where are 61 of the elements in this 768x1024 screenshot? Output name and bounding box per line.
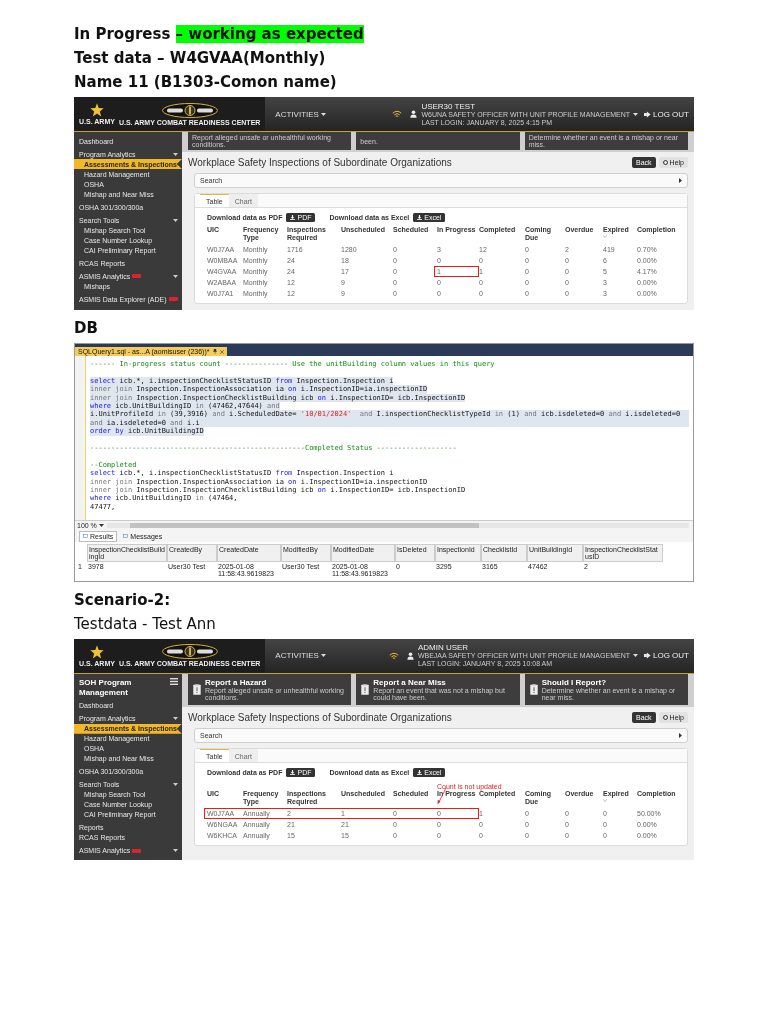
user-icon <box>410 110 418 118</box>
help-icon <box>662 714 668 720</box>
logout-button[interactable]: LOG OUT <box>644 651 689 661</box>
wifi-icon <box>392 110 403 118</box>
menu-icon <box>170 677 178 685</box>
help-icon <box>662 160 668 165</box>
caret-icon <box>173 152 178 156</box>
heading: Test data – W4GVAA(Monthly) <box>74 48 326 69</box>
caret-icon <box>173 717 178 721</box>
clipboard-icon <box>361 683 370 695</box>
star-icon <box>89 644 104 659</box>
badge-icon <box>168 297 178 301</box>
user-icon <box>406 651 414 660</box>
emblem-icon <box>161 644 218 660</box>
chevron-icon <box>679 732 682 738</box>
user-name[interactable]: USER30 TEST <box>421 101 630 111</box>
badge-icon <box>132 274 142 278</box>
caret-icon <box>633 654 638 658</box>
download-icon <box>290 215 296 220</box>
sort-icon <box>603 798 607 802</box>
download-icon <box>290 769 296 775</box>
heading: DB <box>74 318 98 339</box>
heading: Name 11 (B1303-Comon name) <box>74 72 337 93</box>
clipboard-icon <box>529 683 538 695</box>
grid-icon <box>83 534 88 539</box>
logout-icon <box>644 652 651 660</box>
card-title: Report a Near Miss <box>373 677 447 687</box>
page-title: Workplace Safety Inspections of Subordinate Organizations <box>188 157 452 168</box>
star-icon <box>89 103 104 117</box>
caret-icon <box>633 112 638 116</box>
pin-icon <box>212 349 217 354</box>
clipboard-icon <box>193 683 201 695</box>
logout-icon <box>644 110 651 118</box>
caret-icon <box>320 112 326 116</box>
caret-icon <box>173 218 178 222</box>
user-name[interactable]: ADMIN USER <box>417 643 630 653</box>
heading: Scenario-2: <box>74 589 171 611</box>
heading: In Progress – working as expected <box>74 24 364 45</box>
sidebar-title: SOH Program Management <box>79 677 133 698</box>
caret-icon <box>320 654 326 658</box>
caret-icon <box>173 783 178 787</box>
activities-menu[interactable]: ACTIVITIES <box>275 109 326 119</box>
download-icon <box>417 769 423 775</box>
wifi-icon <box>388 651 399 660</box>
activities-menu[interactable]: ACTIVITIES <box>275 651 326 661</box>
emblem-icon <box>161 102 218 118</box>
logout-button[interactable]: LOG OUT <box>644 109 689 119</box>
close-icon <box>219 349 224 354</box>
chevron-icon <box>679 178 682 183</box>
sort-icon <box>603 235 607 238</box>
caret-icon <box>98 524 104 528</box>
caret-icon <box>173 274 178 278</box>
page-title: Workplace Safety Inspections of Subordinate Organizations <box>188 711 452 723</box>
horizontal-scrollbar[interactable] <box>106 523 689 529</box>
heading: Testdata - Test Ann <box>74 613 216 635</box>
badge-icon <box>132 848 142 853</box>
card-title: Should I Report? <box>541 677 608 687</box>
message-icon <box>123 534 129 539</box>
card-title: Report a Hazard <box>205 677 268 687</box>
caret-icon <box>173 849 178 853</box>
download-icon <box>417 215 423 220</box>
